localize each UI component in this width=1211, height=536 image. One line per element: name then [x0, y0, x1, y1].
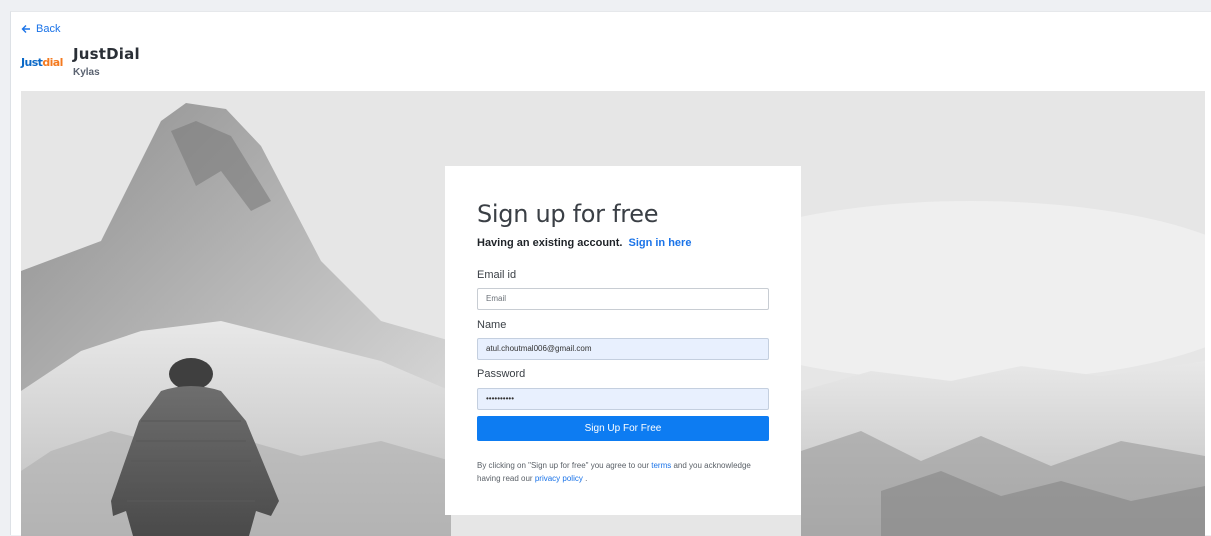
password-field[interactable]: •••••••••• — [477, 388, 769, 410]
app-title: JustDial — [73, 45, 140, 63]
justdial-logo: Justdial — [21, 56, 63, 69]
password-label: Password — [477, 368, 526, 380]
signup-submit-button[interactable]: Sign Up For Free — [477, 416, 769, 441]
terms-suffix: . — [585, 474, 588, 483]
terms-prefix: By clicking on "Sign up for free" you ag… — [477, 461, 649, 470]
back-link[interactable]: Back — [21, 23, 60, 35]
signin-link[interactable]: Sign in here — [628, 237, 691, 249]
terms-notice: By clicking on "Sign up for free" you ag… — [477, 459, 769, 485]
hero-background-image: Sign up for free Having an existing acco… — [21, 91, 1205, 536]
logo-just-text: Just — [21, 56, 43, 69]
name-label: Name — [477, 319, 507, 331]
integration-panel: Back Justdial JustDial Kylas Sign up for… — [10, 11, 1211, 536]
existing-account-text: Having an existing account. — [477, 237, 623, 249]
arrow-left-icon — [21, 25, 30, 33]
privacy-policy-link[interactable]: privacy policy — [535, 474, 583, 483]
back-label: Back — [36, 23, 61, 35]
email-field[interactable]: Email — [477, 288, 769, 310]
logo-dial-text: dial — [42, 56, 63, 69]
browser-top-strip — [0, 0, 1211, 11]
terms-link[interactable]: terms — [651, 461, 671, 470]
email-label: Email id — [477, 269, 517, 281]
name-field[interactable]: atul.choutmal006@gmail.com — [477, 338, 769, 360]
existing-account-row: Having an existing account. Sign in here — [477, 237, 691, 249]
signup-title: Sign up for free — [477, 200, 659, 228]
app-vendor: Kylas — [73, 67, 100, 78]
signup-card: Sign up for free Having an existing acco… — [445, 166, 801, 515]
